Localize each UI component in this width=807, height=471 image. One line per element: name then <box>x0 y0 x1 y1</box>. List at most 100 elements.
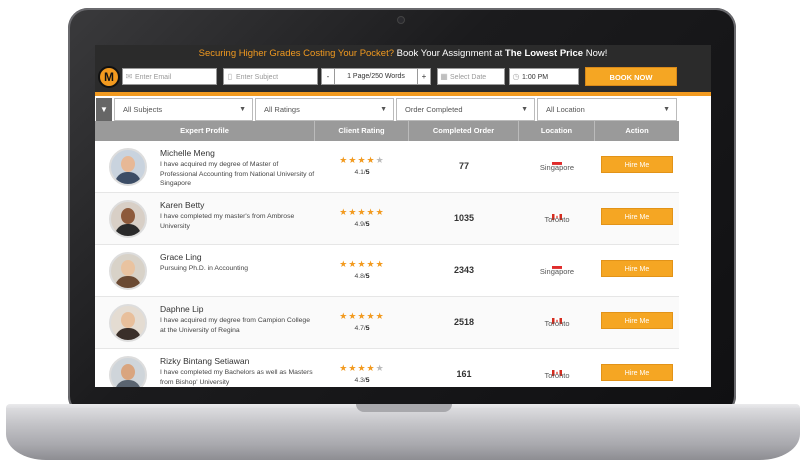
star-rating-icon: ★★★★★ <box>339 363 385 373</box>
rating-max: 5 <box>365 169 370 176</box>
expert-description: I have acquired my degree of Master of P… <box>160 161 315 187</box>
completed-orders: 2343 <box>453 265 475 275</box>
table-row: Daphne Lip I have acquired my degree fro… <box>95 297 679 349</box>
expert-name[interactable]: Grace Ling <box>160 252 202 262</box>
hire-me-button[interactable]: Hire Me <box>601 260 673 277</box>
rating-value: 4.9/5 <box>315 221 409 228</box>
star-rating-icon: ★★★★★ <box>339 259 385 269</box>
email-field[interactable]: ✉ Enter Email <box>122 68 217 85</box>
expert-description: I have acquired my degree from Campion C… <box>160 317 310 334</box>
promo-banner: Securing Higher Grades Costing Your Pock… <box>95 45 711 62</box>
hire-me-button[interactable]: Hire Me <box>601 312 673 329</box>
completed-orders: 1035 <box>453 213 475 223</box>
table-row: Michelle Meng I have acquired my degree … <box>95 141 679 193</box>
hire-me-button[interactable]: Hire Me <box>601 156 673 173</box>
order-filter[interactable]: Order Completed ▼ <box>396 98 535 121</box>
brand-logo[interactable]: M <box>98 66 120 88</box>
completed-orders: 2518 <box>453 317 475 327</box>
chevron-down-icon: ▼ <box>521 106 528 113</box>
table-row: Grace Ling Pursuing Ph.D. in Accounting … <box>95 245 679 297</box>
promo-text: Book Your Assignment at <box>394 48 505 59</box>
chevron-down-icon: ▼ <box>239 106 246 113</box>
subject-filter[interactable]: All Subjects ▼ <box>114 98 253 121</box>
envelope-icon: ✉ <box>125 72 133 81</box>
completed-orders: 77 <box>458 161 469 171</box>
location-filter[interactable]: All Location ▼ <box>537 98 677 121</box>
table-row: Karen Betty I have completed my master's… <box>95 193 679 245</box>
rating-score: 4.7/ <box>354 325 366 332</box>
email-placeholder: Enter Email <box>135 74 172 81</box>
subject-placeholder: Enter Subject <box>236 74 279 81</box>
filter-icon[interactable]: ▼ <box>96 98 112 121</box>
pages-value: 1 Page/250 Words <box>335 68 417 85</box>
camera <box>397 16 405 24</box>
time-field[interactable]: ◷ 1:00 PM <box>509 68 579 85</box>
col-expert-profile: Expert Profile <box>95 121 315 141</box>
col-completed-order: Completed Order <box>409 121 519 141</box>
expert-name[interactable]: Karen Betty <box>160 200 204 210</box>
pages-minus-button[interactable]: - <box>321 68 335 85</box>
avatar <box>109 148 147 186</box>
rating-score: 4.3/ <box>354 377 366 384</box>
rating-value: 4.8/5 <box>315 273 409 280</box>
location-value: Singapore <box>539 163 575 172</box>
table-header: Expert Profile Client Rating Completed O… <box>95 121 679 141</box>
country-flag-icon <box>552 207 562 220</box>
rating-value: 4.1/5 <box>315 169 409 176</box>
col-client-rating: Client Rating <box>315 121 409 141</box>
hire-me-button[interactable]: Hire Me <box>601 208 673 225</box>
country-flag-icon <box>552 363 562 376</box>
country-flag-icon <box>551 259 563 273</box>
hire-me-button[interactable]: Hire Me <box>601 364 673 381</box>
expert-description: Pursuing Ph.D. in Accounting <box>160 265 249 272</box>
rating-filter-value: All Ratings <box>264 105 300 114</box>
expert-description: I have completed my master's from Ambros… <box>160 213 295 230</box>
date-field[interactable]: ▦ Select Date <box>437 68 505 85</box>
col-action: Action <box>625 126 649 135</box>
location-value: Toronto <box>544 319 570 328</box>
expert-table-body: Michelle Meng I have acquired my degree … <box>95 141 679 387</box>
expert-name[interactable]: Rizky Bintang Setiawan <box>160 356 249 366</box>
expert-name[interactable]: Michelle Meng <box>160 148 215 158</box>
col-location: Location <box>519 121 595 141</box>
rating-max: 5 <box>365 273 370 280</box>
rating-score: 4.1/ <box>354 169 366 176</box>
pages-plus-button[interactable]: + <box>417 68 431 85</box>
rating-filter[interactable]: All Ratings ▼ <box>255 98 394 121</box>
promo-bold: The Lowest Price <box>504 48 584 59</box>
laptop-base <box>6 408 800 460</box>
chevron-down-icon: ▼ <box>663 106 670 113</box>
order-filter-value: Order Completed <box>405 105 463 114</box>
expert-name[interactable]: Daphne Lip <box>160 304 203 314</box>
country-flag-icon <box>552 311 562 324</box>
promo-end: Now! <box>583 48 608 59</box>
subject-field[interactable]: ▯ Enter Subject <box>223 68 318 85</box>
clock-icon: ◷ <box>512 72 520 81</box>
booking-form: M ✉ Enter Email ▯ Enter Subject - 1 Page/2… <box>95 62 711 92</box>
star-rating-icon: ★★★★★ <box>339 155 385 165</box>
avatar <box>109 200 147 238</box>
country-flag-icon <box>551 155 563 169</box>
star-rating-icon: ★★★★★ <box>339 311 385 321</box>
rating-value: 4.7/5 <box>315 325 409 332</box>
subject-filter-value: All Subjects <box>123 105 163 114</box>
screen: Securing Higher Grades Costing Your Pock… <box>95 45 711 387</box>
rating-max: 5 <box>365 377 370 384</box>
avatar <box>109 304 147 342</box>
laptop-notch <box>356 404 452 412</box>
rating-max: 5 <box>365 325 370 332</box>
rating-max: 5 <box>365 221 370 228</box>
location-filter-value: All Location <box>546 105 585 114</box>
promo-highlight: Securing Higher Grades Costing Your Pock… <box>198 48 395 59</box>
book-now-button[interactable]: BOOK NOW <box>585 67 677 86</box>
completed-orders: 161 <box>456 369 472 379</box>
location-value: Toronto <box>544 215 570 224</box>
time-value: 1:00 PM <box>522 74 549 81</box>
document-icon: ▯ <box>227 72 233 81</box>
location-value: Singapore <box>539 267 575 276</box>
chevron-down-icon: ▼ <box>380 106 387 113</box>
avatar <box>109 252 147 290</box>
star-rating-icon: ★★★★★ <box>339 207 385 217</box>
location-value: Toronto <box>544 371 570 380</box>
table-row: Rizky Bintang Setiawan I have completed … <box>95 349 679 387</box>
